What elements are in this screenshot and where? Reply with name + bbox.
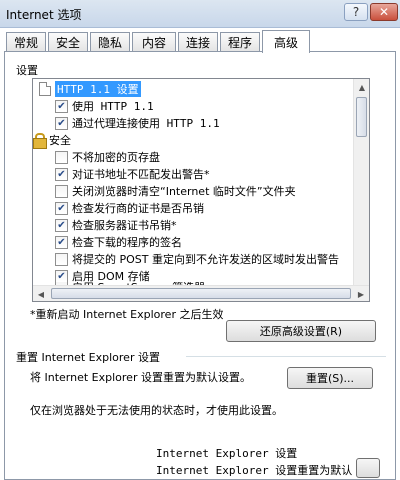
window-title: Internet 选项 bbox=[6, 8, 82, 22]
list-item[interactable]: 关闭浏览器时清空“Internet 临时文件”文件夹 bbox=[55, 183, 296, 199]
list-item-label: 安全 bbox=[49, 134, 71, 147]
tab-connections[interactable]: 连接 bbox=[178, 32, 218, 52]
overlay-button[interactable] bbox=[356, 458, 380, 478]
list-item-label: 检查服务器证书吊销* bbox=[72, 219, 177, 232]
list-item-label: 检查下载的程序的签名 bbox=[72, 236, 182, 249]
restore-advanced-button[interactable]: 还原高级设置(R) bbox=[226, 320, 376, 342]
list-item[interactable]: ✔ 对证书地址不匹配发出警告* bbox=[55, 166, 210, 182]
reset-description: 将 Internet Explorer 设置重置为默认设置。 bbox=[30, 371, 251, 384]
tab-strip: 常规 安全 隐私 内容 连接 程序 高级 bbox=[4, 30, 396, 53]
checkbox[interactable]: ✔ bbox=[55, 235, 68, 249]
close-icon: ✕ bbox=[378, 5, 390, 19]
list-item[interactable]: ✔ 使用 HTTP 1.1 bbox=[55, 98, 154, 114]
lock-icon bbox=[33, 133, 47, 149]
vertical-scrollbar[interactable]: ▲ bbox=[353, 79, 369, 286]
question-icon: ? bbox=[352, 5, 360, 19]
restart-note: *重新启动 Internet Explorer 之后生效 bbox=[30, 308, 224, 321]
help-button[interactable]: ? bbox=[344, 3, 368, 21]
list-item-security-header[interactable]: 安全 bbox=[33, 132, 71, 149]
list-item-http-header[interactable]: HTTP 1.1 设置 bbox=[39, 81, 141, 97]
checkbox[interactable]: ✔ bbox=[55, 201, 68, 215]
tab-advanced[interactable]: 高级 bbox=[262, 30, 310, 53]
section-divider bbox=[186, 356, 386, 357]
list-item-label: 对证书地址不匹配发出警告* bbox=[72, 168, 210, 181]
list-item-label: 使用 HTTP 1.1 bbox=[72, 100, 154, 113]
horizontal-scroll-thumb[interactable] bbox=[51, 288, 351, 299]
list-item[interactable]: ✔ 通过代理连接使用 HTTP 1.1 bbox=[55, 115, 220, 131]
tab-content[interactable]: 内容 bbox=[132, 32, 176, 52]
overlay-line-2: Internet Explorer 设置重置为默认 bbox=[156, 464, 353, 477]
tab-security[interactable]: 安全 bbox=[48, 32, 88, 52]
scroll-up-icon[interactable]: ▲ bbox=[354, 79, 369, 95]
list-item[interactable]: ✔ 检查下载的程序的签名 bbox=[55, 234, 182, 250]
overlay-line-1: Internet Explorer 设置 bbox=[156, 447, 298, 460]
horizontal-scrollbar[interactable]: ◀ ▶ bbox=[33, 285, 369, 301]
list-item[interactable]: 将提交的 POST 重定向到不允许发送的区域时发出警告 bbox=[55, 251, 339, 267]
list-item-label: 不将加密的页存盘 bbox=[72, 151, 160, 164]
checkbox[interactable] bbox=[55, 184, 68, 198]
list-item-label: 将提交的 POST 重定向到不允许发送的区域时发出警告 bbox=[72, 253, 339, 266]
list-item-label: 通过代理连接使用 HTTP 1.1 bbox=[72, 117, 220, 130]
checkbox[interactable]: ✔ bbox=[55, 167, 68, 181]
tab-general[interactable]: 常规 bbox=[6, 32, 46, 52]
scroll-left-icon[interactable]: ◀ bbox=[33, 286, 49, 301]
vertical-scroll-thumb[interactable] bbox=[356, 97, 367, 137]
reset-button[interactable]: 重置(S)... bbox=[287, 367, 373, 389]
settings-group-label: 设置 bbox=[16, 64, 38, 77]
list-item-label: HTTP 1.1 设置 bbox=[55, 81, 141, 97]
tab-programs[interactable]: 程序 bbox=[220, 32, 260, 52]
list-item[interactable]: ✔ 检查服务器证书吊销* bbox=[55, 217, 177, 233]
settings-list[interactable]: HTTP 1.1 设置 ✔ 使用 HTTP 1.1 ✔ 通过代理连接使用 HTT… bbox=[32, 78, 370, 302]
tab-privacy[interactable]: 隐私 bbox=[90, 32, 130, 52]
list-item[interactable]: ✔ 检查发行商的证书是否吊销 bbox=[55, 200, 204, 216]
title-bar: Internet 选项 ? ✕ bbox=[0, 0, 400, 28]
checkbox[interactable]: ✔ bbox=[55, 269, 68, 283]
close-button[interactable]: ✕ bbox=[370, 3, 398, 21]
list-item-label: 关闭浏览器时清空“Internet 临时文件”文件夹 bbox=[72, 185, 296, 198]
checkbox[interactable]: ✔ bbox=[55, 116, 68, 130]
checkbox[interactable]: ✔ bbox=[55, 99, 68, 113]
checkbox[interactable] bbox=[55, 150, 68, 164]
page-icon bbox=[39, 82, 51, 96]
list-item[interactable]: 不将加密的页存盘 bbox=[55, 149, 160, 165]
checkbox[interactable] bbox=[55, 252, 68, 266]
reset-note: 仅在浏览器处于无法使用的状态时，才使用此设置。 bbox=[30, 404, 283, 417]
reset-section-title: 重置 Internet Explorer 设置 bbox=[16, 351, 160, 364]
scroll-right-icon[interactable]: ▶ bbox=[353, 286, 369, 301]
list-item-label: 检查发行商的证书是否吊销 bbox=[72, 202, 204, 215]
checkbox[interactable]: ✔ bbox=[55, 218, 68, 232]
